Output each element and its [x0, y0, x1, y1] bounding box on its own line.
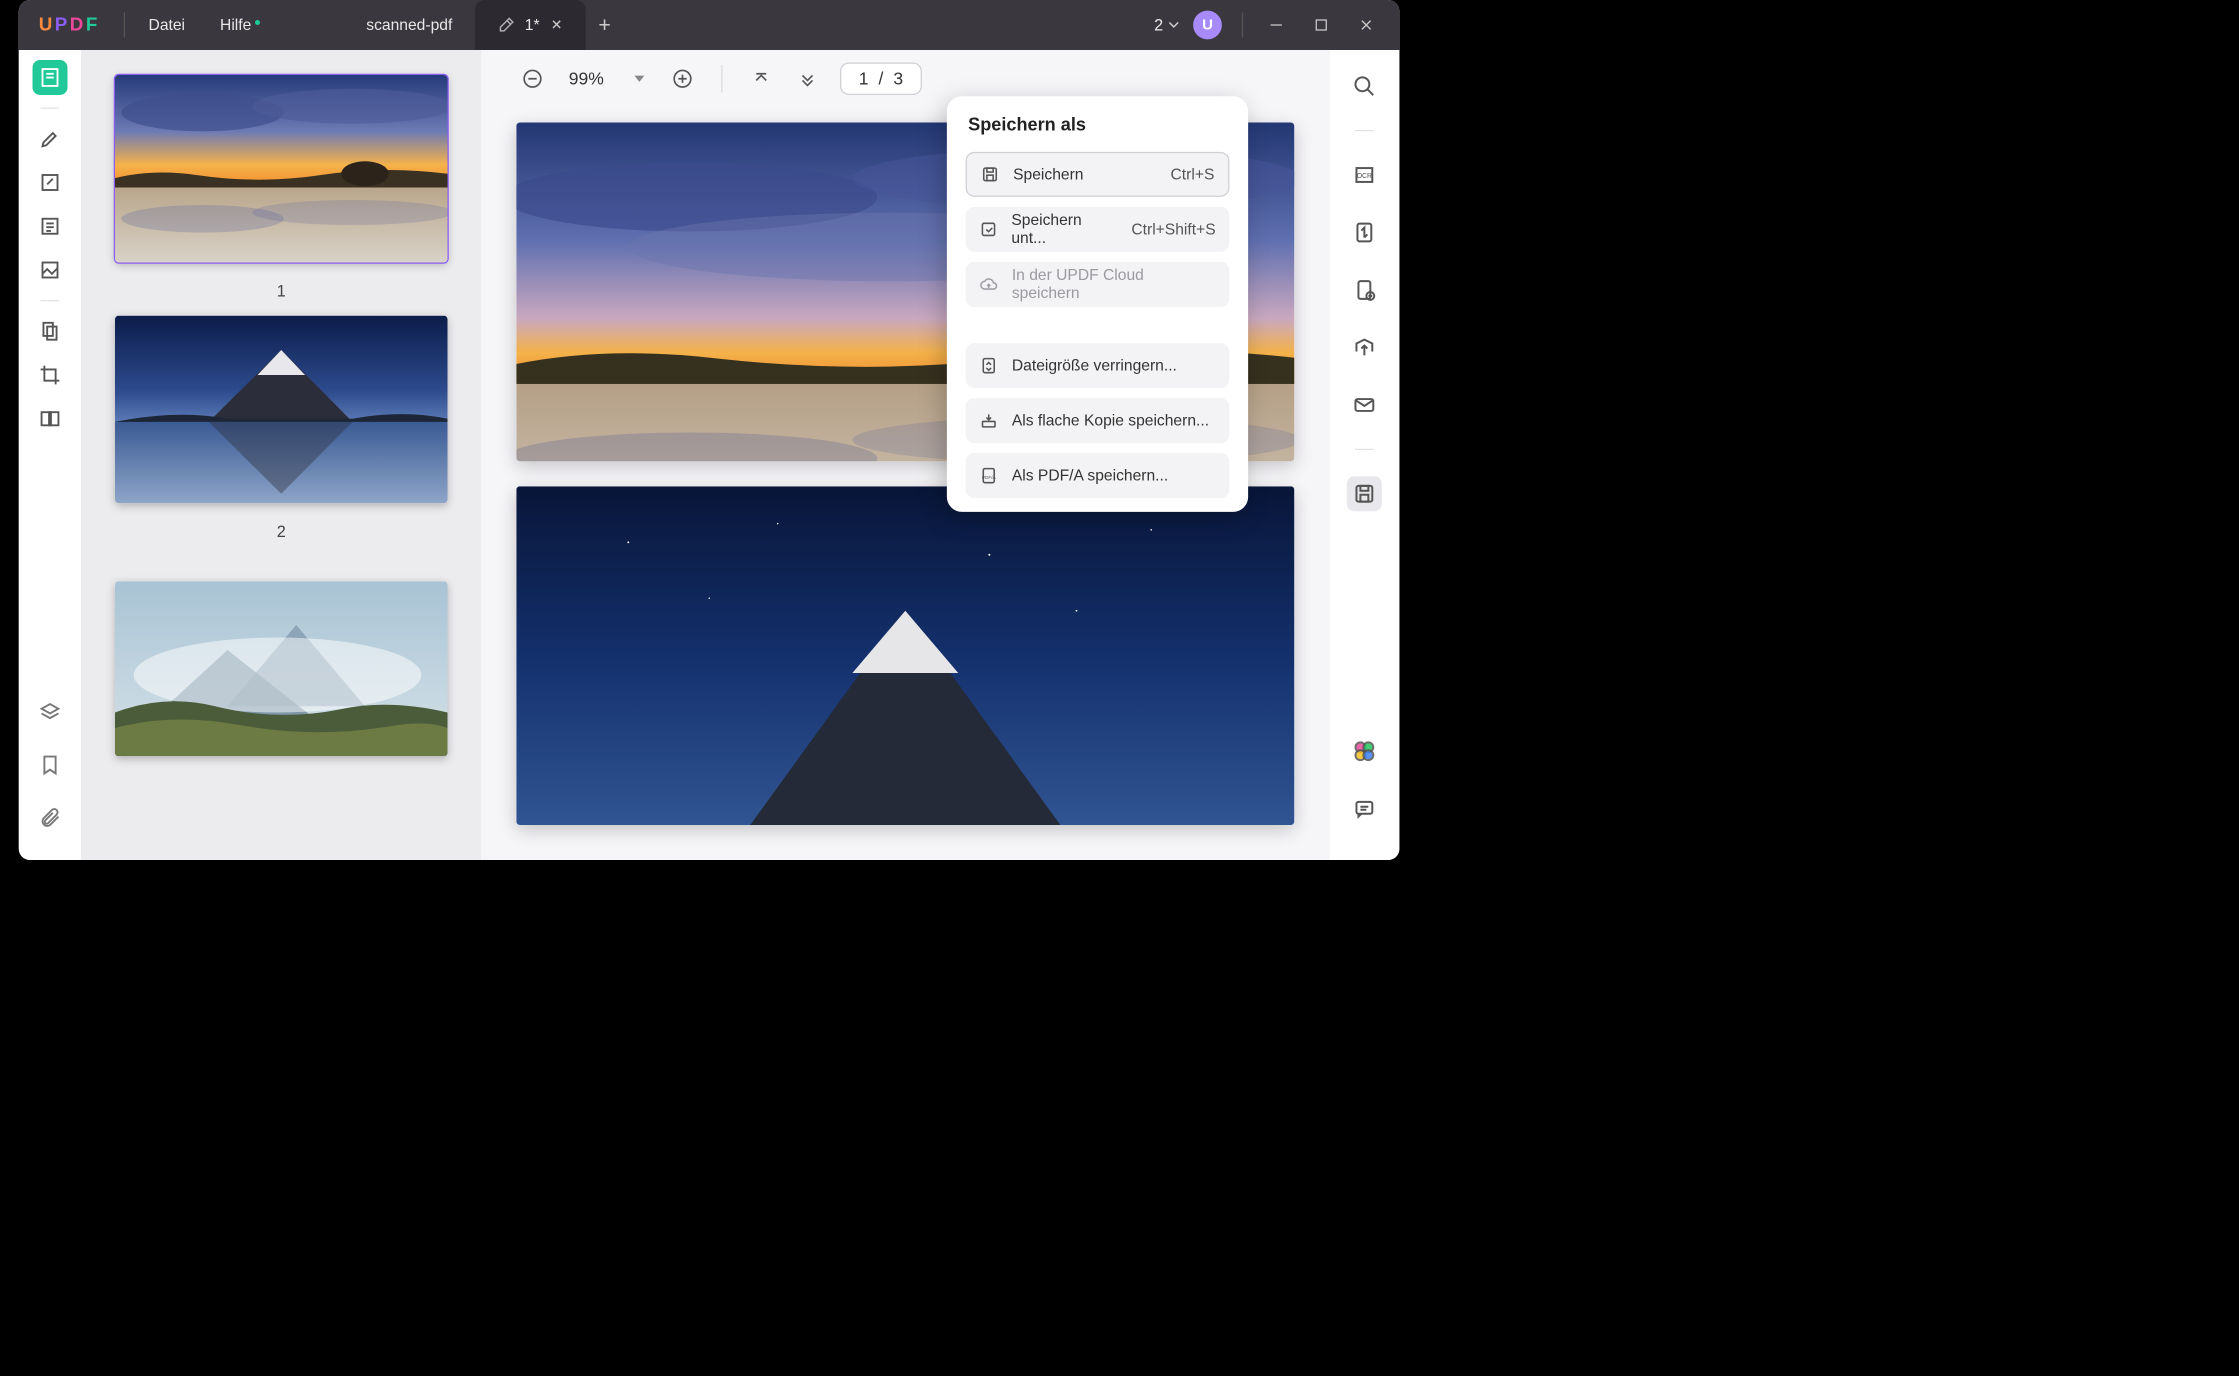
tool-organize[interactable] [33, 314, 68, 349]
saveas-item-flatten[interactable]: Als flache Kopie speichern... [966, 398, 1230, 443]
thumbnail-label-2: 2 [277, 522, 286, 541]
cloud-icon [979, 275, 998, 294]
zoom-in-button[interactable] [669, 65, 697, 93]
maximize-button[interactable] [1303, 7, 1339, 43]
tool-compare[interactable] [33, 401, 68, 436]
minimize-icon [1269, 18, 1283, 32]
sidebar-left [19, 50, 82, 860]
tool-save[interactable] [1347, 476, 1382, 511]
tool-reader[interactable] [33, 60, 68, 95]
first-page-button[interactable] [748, 65, 776, 93]
save-icon [981, 165, 1000, 184]
window-count-dropdown[interactable]: 2 [1154, 15, 1179, 34]
user-avatar[interactable]: U [1193, 11, 1222, 40]
tool-mail[interactable] [1347, 388, 1382, 423]
minimize-button[interactable] [1258, 7, 1294, 43]
thumbnail-page-3[interactable] [115, 581, 448, 756]
saveas-label: In der UPDF Cloud speichern [1012, 266, 1216, 302]
tool-attachment[interactable] [33, 800, 68, 835]
tab-document-0[interactable]: scanned-pdf [344, 0, 475, 50]
thumbnail-label-1: 1 [277, 281, 286, 300]
svg-text:PDF/A: PDF/A [982, 475, 997, 480]
tool-ai[interactable] [1347, 734, 1382, 769]
thumbnail-panel: 1 [81, 50, 481, 860]
document-tabs: scanned-pdf 1* ✕ + [344, 0, 624, 50]
saveas-title: Speichern als [966, 115, 1230, 136]
close-button[interactable] [1348, 7, 1384, 43]
tab-label: 1* [525, 16, 540, 34]
zoom-dropdown[interactable] [623, 65, 651, 93]
saveas-item-cloud: In der UPDF Cloud speichern [966, 262, 1230, 307]
close-icon [1359, 18, 1373, 32]
tool-insert[interactable] [1347, 273, 1382, 308]
tool-highlight[interactable] [33, 121, 68, 156]
menu-file[interactable]: Datei [131, 16, 202, 34]
tool-crop[interactable] [33, 358, 68, 393]
tool-edit-text[interactable] [33, 165, 68, 200]
tool-convert[interactable] [1347, 215, 1382, 250]
tool-ocr[interactable]: OCR [1347, 158, 1382, 193]
thumbnail-page-2[interactable] [115, 316, 448, 504]
maximize-icon [1314, 18, 1328, 32]
new-tab-button[interactable]: + [586, 13, 624, 37]
saveas-shortcut: Ctrl+Shift+S [1131, 220, 1215, 238]
saveas-label: Als PDF/A speichern... [1012, 467, 1168, 485]
thumbnail-page-1[interactable] [115, 75, 448, 263]
pdfa-icon: PDF/A [979, 466, 998, 485]
reduce-icon [979, 356, 998, 375]
app-logo: UPDF [19, 14, 118, 35]
tool-search[interactable] [1347, 69, 1382, 104]
saveas-item-save[interactable]: Speichern Ctrl+S [966, 152, 1230, 197]
saveas-label: Speichern unt... [1011, 211, 1117, 247]
page-2[interactable] [516, 486, 1294, 825]
saveas-label: Speichern [1013, 165, 1083, 183]
tool-share[interactable] [1347, 330, 1382, 365]
titlebar: UPDF Datei Hilfe scanned-pdf 1* ✕ + 2 [19, 0, 1400, 50]
svg-text:OCR: OCR [1357, 173, 1372, 180]
chevron-down-icon [1168, 21, 1179, 29]
eraser-icon [497, 16, 515, 34]
saveas-item-reduce[interactable]: Dateigröße verringern... [966, 343, 1230, 388]
main-viewer: 99% 1 / 3 [481, 50, 1329, 860]
saveas-item-saveas[interactable]: Speichern unt... Ctrl+Shift+S [966, 207, 1230, 252]
saveas-icon [979, 220, 997, 239]
tab-label: scanned-pdf [366, 16, 452, 34]
menu-help[interactable]: Hilfe [203, 16, 269, 34]
saveas-shortcut: Ctrl+S [1171, 165, 1215, 183]
tool-stamp[interactable] [33, 253, 68, 288]
tab-document-1[interactable]: 1* ✕ [475, 0, 586, 50]
flatten-icon [979, 411, 998, 430]
tool-layers[interactable] [33, 695, 68, 730]
saveas-label: Dateigröße verringern... [1012, 357, 1177, 375]
tool-comment[interactable] [1347, 791, 1382, 826]
saveas-panel: Speichern als Speichern Ctrl+S Speichern… [947, 96, 1248, 512]
prev-page-button[interactable] [794, 65, 822, 93]
zoom-out-button[interactable] [519, 65, 547, 93]
saveas-label: Als flache Kopie speichern... [1012, 412, 1209, 430]
zoom-percent: 99% [569, 69, 604, 89]
page-indicator[interactable]: 1 / 3 [840, 63, 922, 96]
sidebar-right: OCR [1329, 50, 1399, 860]
chevron-down-icon [634, 76, 644, 82]
tool-bookmark[interactable] [33, 748, 68, 783]
close-icon[interactable]: ✕ [550, 18, 564, 32]
tool-form[interactable] [33, 209, 68, 244]
saveas-item-pdfa[interactable]: PDF/A Als PDF/A speichern... [966, 453, 1230, 498]
